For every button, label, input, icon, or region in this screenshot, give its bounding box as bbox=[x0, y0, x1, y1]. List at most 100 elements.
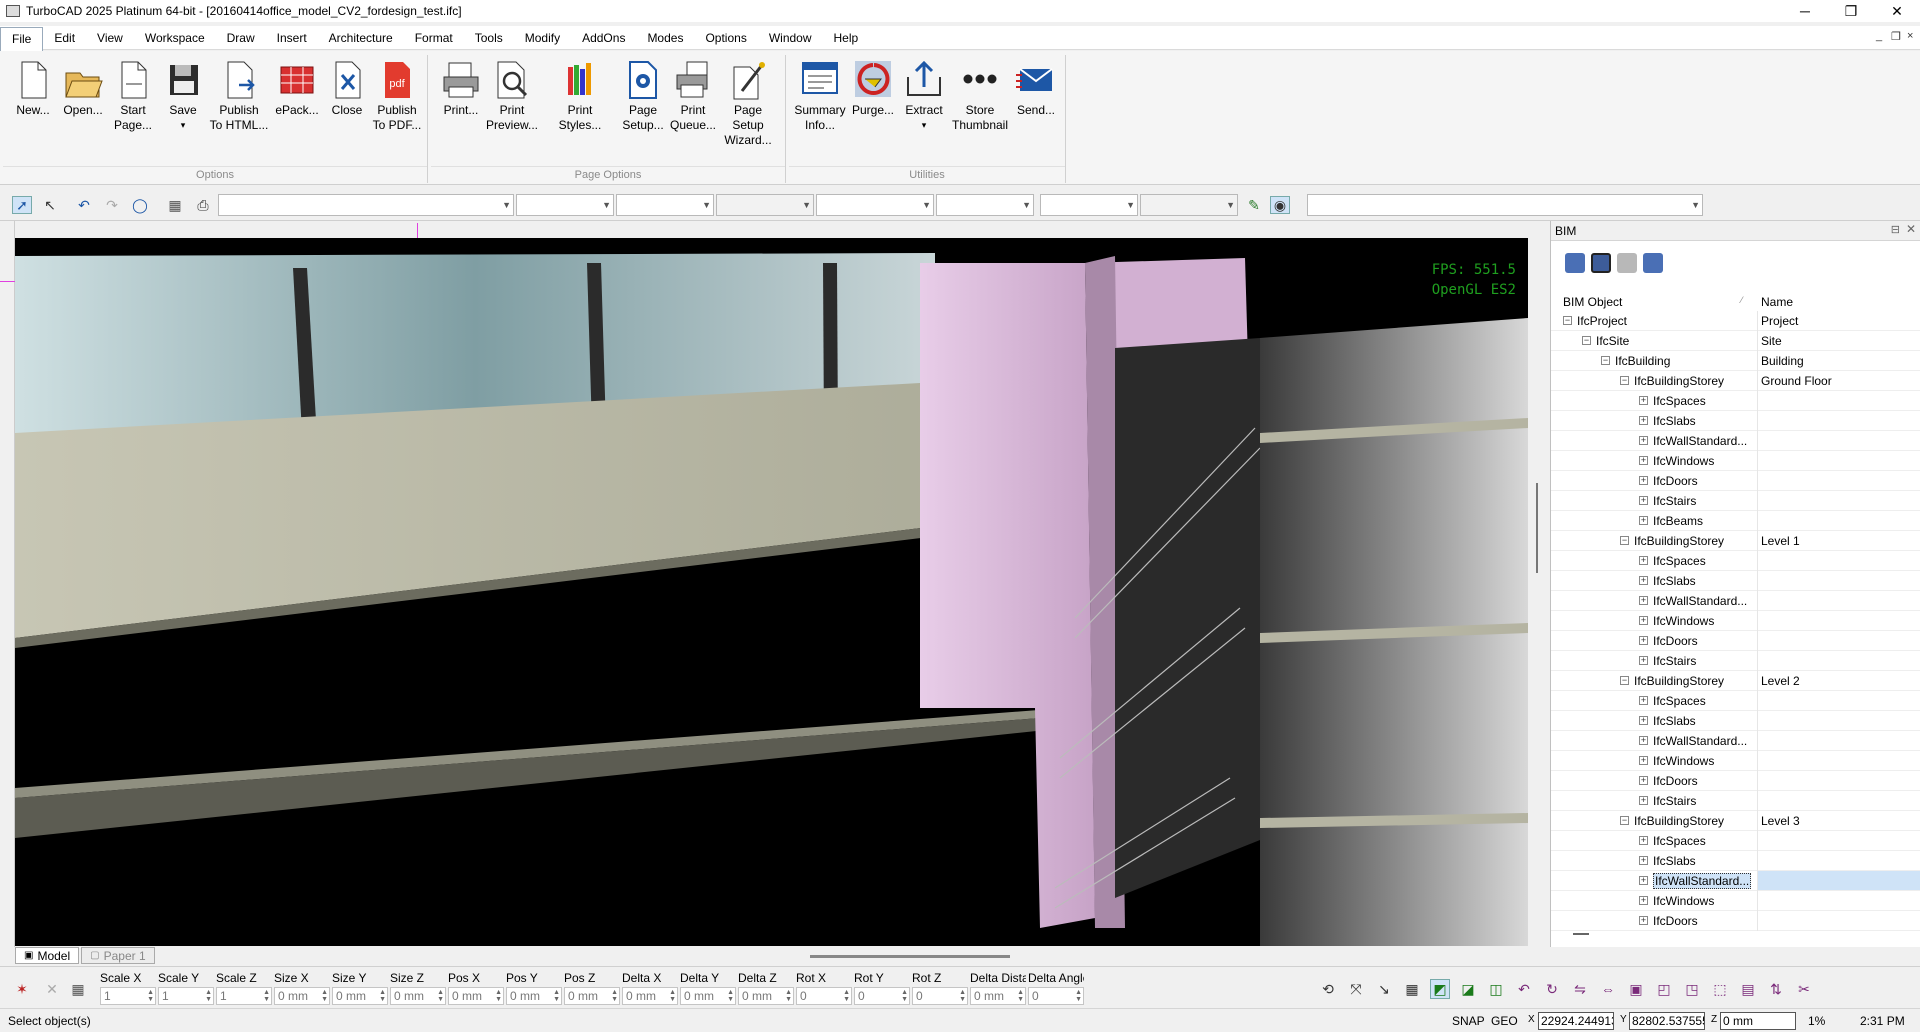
expand-icon[interactable]: + bbox=[1639, 636, 1648, 645]
expand-icon[interactable]: + bbox=[1639, 736, 1648, 745]
bim-tree-row[interactable]: + IfcWindows bbox=[1551, 891, 1920, 911]
expand-icon[interactable]: + bbox=[1639, 856, 1648, 865]
bim-tree-row[interactable]: + IfcSpaces bbox=[1551, 691, 1920, 711]
ribbon-button-extract[interactable]: Extract ▾ bbox=[894, 59, 954, 133]
collapse-icon[interactable]: − bbox=[1620, 676, 1629, 685]
close-window-button[interactable]: ✕ bbox=[1874, 0, 1920, 22]
pen-color-combo[interactable]: ▼ bbox=[516, 194, 614, 216]
bim-load-icon[interactable] bbox=[1565, 253, 1585, 273]
inspector-field-input[interactable]: 0 ▲ ▼ bbox=[796, 987, 852, 1005]
inspector-field-input[interactable]: 0 mm ▲ ▼ bbox=[332, 987, 388, 1005]
bim-tree-row[interactable]: + IfcStairs bbox=[1551, 651, 1920, 671]
collapse-icon[interactable]: − bbox=[1563, 316, 1572, 325]
menu-format[interactable]: Format bbox=[404, 27, 464, 49]
bim-tree-row[interactable]: + IfcSlabs bbox=[1551, 851, 1920, 871]
bim-tree-row[interactable]: − IfcBuilding Building bbox=[1551, 351, 1920, 371]
scale-icon[interactable]: ◰ bbox=[1654, 979, 1674, 999]
bim-tree-row[interactable]: − IfcBuildingStorey Level 1 bbox=[1551, 531, 1920, 551]
bim-tree-row[interactable]: + IfcWindows bbox=[1551, 611, 1920, 631]
col-name[interactable]: Name bbox=[1761, 295, 1793, 309]
expand-icon[interactable]: + bbox=[1639, 716, 1648, 725]
maximize-button[interactable]: ❐ bbox=[1828, 0, 1874, 22]
scroll-thumb[interactable] bbox=[1536, 483, 1538, 573]
expand-icon[interactable]: + bbox=[1639, 836, 1648, 845]
inspector-field-input[interactable]: 1 ▲ ▼ bbox=[216, 987, 272, 1005]
tab-model[interactable]: ▣ Model bbox=[15, 947, 80, 964]
snap-icon[interactable]: ↘ bbox=[1374, 979, 1394, 999]
brush-combo[interactable]: ▼ bbox=[816, 194, 934, 216]
expand-icon[interactable]: + bbox=[1639, 396, 1648, 405]
spinner-icon[interactable]: ▲ ▼ bbox=[321, 989, 328, 1003]
expand-icon[interactable]: + bbox=[1639, 476, 1648, 485]
spinner-icon[interactable]: ▲ ▼ bbox=[785, 989, 792, 1003]
undo-snap-icon[interactable]: ↶ bbox=[1514, 979, 1534, 999]
select-arrow-icon[interactable]: ➚ bbox=[12, 196, 32, 214]
ribbon-button-print-queue[interactable]: Print Queue... bbox=[663, 59, 723, 133]
expand-icon[interactable]: + bbox=[1639, 876, 1648, 885]
bim-tree-row[interactable]: + IfcWindows bbox=[1551, 751, 1920, 771]
inspector-field-input[interactable]: 0 mm ▲ ▼ bbox=[274, 987, 330, 1005]
cancel-icon[interactable]: ✕ bbox=[42, 979, 62, 999]
layer-combo[interactable]: ▼ bbox=[218, 194, 514, 216]
bim-tree-row[interactable]: + IfcDoors bbox=[1551, 771, 1920, 791]
ribbon-button-wizard[interactable]: Page Setup Wizard... bbox=[718, 59, 778, 148]
bim-tree-row[interactable]: + IfcDoors bbox=[1551, 911, 1920, 931]
inspector-field-input[interactable]: 0 ▲ ▼ bbox=[1028, 987, 1084, 1005]
command-combo[interactable]: ▼ bbox=[1307, 194, 1703, 216]
shear-icon[interactable]: ⬚ bbox=[1710, 979, 1730, 999]
expand-icon[interactable]: + bbox=[1639, 596, 1648, 605]
selection-tool-icon[interactable]: ✶ bbox=[12, 979, 32, 999]
collapse-icon[interactable]: − bbox=[1620, 376, 1629, 385]
inspector-field-input[interactable]: 0 ▲ ▼ bbox=[854, 987, 910, 1005]
spinner-icon[interactable]: ▲ ▼ bbox=[379, 989, 386, 1003]
bim-tree-row[interactable]: + IfcSlabs bbox=[1551, 411, 1920, 431]
bim-tree-row[interactable]: + IfcSpaces bbox=[1551, 551, 1920, 571]
bim-tree-row[interactable]: + IfcSlabs bbox=[1551, 571, 1920, 591]
axis-z-icon[interactable]: ◫ bbox=[1486, 979, 1506, 999]
mirror-icon[interactable]: ⇋ bbox=[1570, 979, 1590, 999]
bim-tree-row[interactable]: + IfcWallStandard... bbox=[1551, 591, 1920, 611]
viewport-vertical-scrollbar[interactable] bbox=[1528, 238, 1546, 946]
box-select-icon[interactable]: ▣ bbox=[1626, 979, 1646, 999]
spinner-icon[interactable]: ▲ ▼ bbox=[611, 989, 618, 1003]
font-size-combo[interactable]: ▼ bbox=[1140, 194, 1238, 216]
spinner-icon[interactable]: ▲ ▼ bbox=[437, 989, 444, 1003]
spinner-icon[interactable]: ▲ ▼ bbox=[1075, 989, 1082, 1003]
expand-icon[interactable]: + bbox=[1639, 416, 1648, 425]
bim-tree-row[interactable]: − IfcSite Site bbox=[1551, 331, 1920, 351]
bim-tree-row[interactable]: + IfcStairs bbox=[1551, 791, 1920, 811]
menu-options[interactable]: Options bbox=[694, 27, 757, 49]
menu-window[interactable]: Window bbox=[758, 27, 823, 49]
bim-tree-row[interactable]: + IfcWallStandard... bbox=[1551, 731, 1920, 751]
properties-table-icon[interactable]: ▦ bbox=[165, 196, 185, 214]
collapse-icon[interactable]: − bbox=[1582, 336, 1591, 345]
rotate-view-icon[interactable]: ⟲ bbox=[1318, 979, 1338, 999]
redo-icon[interactable]: ↷ bbox=[102, 196, 122, 214]
inspector-field-input[interactable]: 0 mm ▲ ▼ bbox=[970, 987, 1026, 1005]
y-coordinate[interactable]: 82802.537555 bbox=[1629, 1012, 1705, 1030]
ribbon-button-print-preview[interactable]: Print Preview... bbox=[482, 59, 542, 133]
tab-paper-1[interactable]: ▢ Paper 1 bbox=[81, 947, 155, 964]
expand-icon[interactable]: + bbox=[1639, 456, 1648, 465]
bim-tree-row[interactable]: − IfcBuildingStorey Level 3 bbox=[1551, 811, 1920, 831]
grid-toggle-icon[interactable]: ▦ bbox=[1402, 979, 1422, 999]
expand-icon[interactable]: + bbox=[1639, 796, 1648, 805]
bim-tree-row[interactable]: + IfcSlabs bbox=[1551, 711, 1920, 731]
menu-modes[interactable]: Modes bbox=[636, 27, 694, 49]
menu-addons[interactable]: AddOns bbox=[571, 27, 636, 49]
pen-width-combo[interactable]: ▼ bbox=[716, 194, 814, 216]
expand-icon[interactable]: + bbox=[1639, 916, 1648, 925]
print-toolbar-icon[interactable]: ⎙ bbox=[193, 196, 213, 214]
trim-icon[interactable]: ✂ bbox=[1794, 979, 1814, 999]
bim-tree-row[interactable]: + IfcBeams bbox=[1551, 511, 1920, 531]
snap-toggle[interactable]: SNAP bbox=[1452, 1014, 1485, 1028]
col-bim-object[interactable]: BIM Object bbox=[1563, 295, 1622, 309]
minimize-button[interactable]: ─ bbox=[1782, 0, 1828, 22]
ribbon-button-pdf[interactable]: pdf Publish To PDF... bbox=[367, 59, 427, 133]
menu-modify[interactable]: Modify bbox=[514, 27, 571, 49]
expand-icon[interactable]: + bbox=[1639, 496, 1648, 505]
expand-icon[interactable]: + bbox=[1639, 756, 1648, 765]
panel-close-icon[interactable]: ✕ bbox=[1906, 222, 1916, 236]
spinner-icon[interactable]: ▲ ▼ bbox=[205, 989, 212, 1003]
ribbon-button-save-disk[interactable]: Save ▾ bbox=[153, 59, 213, 133]
